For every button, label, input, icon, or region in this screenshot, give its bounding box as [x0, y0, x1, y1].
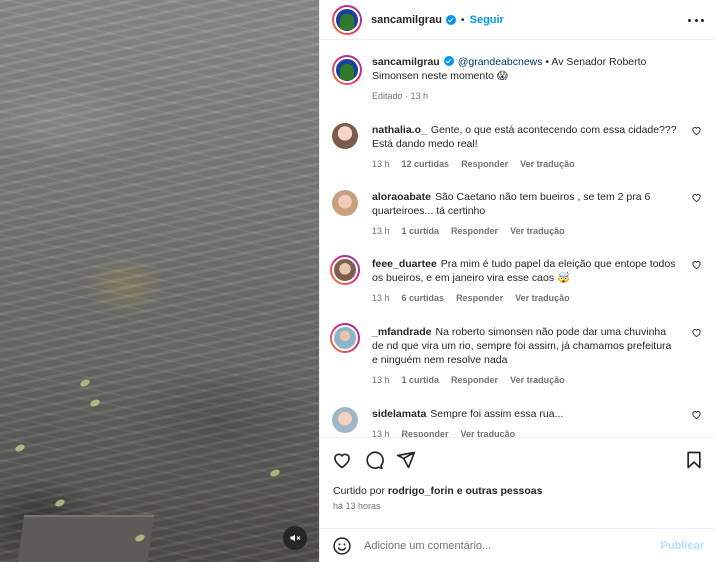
- floating-leaf: [269, 468, 281, 478]
- translate-button[interactable]: Ver tradução: [461, 427, 516, 437]
- reply-button[interactable]: Responder: [451, 224, 498, 238]
- liked-by-summary: Curtido por rodrigo_forin e outras pesso…: [333, 485, 543, 497]
- share-send-icon[interactable]: [396, 450, 416, 470]
- comment-username[interactable]: _mfandrade: [372, 326, 432, 338]
- like-comment-heart-icon[interactable]: [691, 125, 702, 136]
- mute-button[interactable]: [283, 526, 307, 550]
- commenter-avatar[interactable]: [330, 255, 360, 285]
- comment-item: aloraoabate São Caetano não tem bueiros ,…: [332, 190, 704, 238]
- comment-likes[interactable]: 1 curtida: [402, 373, 440, 387]
- floating-leaf: [79, 378, 91, 388]
- translate-button[interactable]: Ver tradução: [515, 291, 570, 305]
- comment-username[interactable]: nathalia.o_: [372, 124, 427, 136]
- post-video[interactable]: [0, 0, 319, 562]
- reply-button[interactable]: Responder: [456, 291, 503, 305]
- add-comment-bar: Publicar: [320, 528, 715, 562]
- comment-input[interactable]: [364, 540, 644, 552]
- comment-likes[interactable]: 6 curtidas: [402, 291, 445, 305]
- caption-username[interactable]: sancamilgrau: [372, 56, 440, 68]
- comment-username[interactable]: aloraoabate: [372, 191, 431, 203]
- comment-item: _mfandrade Na roberto simonsen não pode d…: [330, 323, 704, 387]
- like-comment-heart-icon[interactable]: [691, 327, 702, 338]
- comment-time: 13 h: [372, 429, 390, 437]
- floating-leaf: [54, 498, 66, 508]
- speaker-muted-icon: [290, 534, 301, 542]
- more-options-icon[interactable]: [688, 12, 704, 28]
- mascot-icon: [340, 64, 354, 80]
- comments-list[interactable]: sancamilgrau @grandeabcnews • Av Senador …: [320, 41, 715, 437]
- comment-username[interactable]: feee_duartee: [372, 258, 437, 270]
- liked-by-prefix: Curtido por: [333, 485, 388, 497]
- comment-item: nathalia.o_ Gente, o que está acontecendo…: [332, 123, 704, 171]
- caption-timestamp: Editado · 13 h: [372, 91, 429, 101]
- verified-badge-icon: [443, 56, 454, 66]
- like-comment-heart-icon[interactable]: [691, 409, 702, 420]
- comment-meta: 13 h 12 curtidas Responder Ver tradução: [372, 157, 677, 171]
- comment-meta: 13 h 6 curtidas Responder Ver tradução: [372, 291, 677, 305]
- publish-button[interactable]: Publicar: [661, 540, 704, 552]
- translate-button[interactable]: Ver tradução: [510, 373, 565, 387]
- author-avatar[interactable]: [332, 55, 362, 85]
- action-bar: [332, 450, 704, 472]
- comment-meta: 13 h Responder Ver tradução: [372, 427, 677, 437]
- mascot-icon: [340, 13, 354, 30]
- comment-meta: 13 h 1 curtida Responder Ver tradução: [372, 224, 677, 238]
- sidewalk-curb: [15, 515, 155, 562]
- comment-time: 13 h: [372, 375, 390, 385]
- post-side-panel: sancamilgrau • Seguir sancamilgrau @grand…: [319, 0, 715, 562]
- comment-meta: 13 h 1 curtida Responder Ver tradução: [372, 373, 677, 387]
- comment-bubble-icon[interactable]: [364, 450, 384, 470]
- comment-item: sidelamata Sempre foi assim essa rua... 1…: [332, 407, 704, 437]
- liked-by-user[interactable]: rodrigo_forin: [388, 485, 454, 497]
- post-header: sancamilgrau • Seguir: [320, 0, 715, 40]
- comment-time: 13 h: [372, 293, 390, 303]
- author-username[interactable]: sancamilgrau: [371, 14, 442, 26]
- separator-dot: •: [460, 13, 465, 26]
- reply-button[interactable]: Responder: [402, 427, 449, 437]
- follow-button[interactable]: Seguir: [470, 14, 504, 26]
- comment-likes[interactable]: 12 curtidas: [402, 157, 450, 171]
- caption-mention[interactable]: @grandeabcnews: [458, 56, 543, 68]
- post-actions: Curtido por rodrigo_forin e outras pesso…: [320, 437, 715, 562]
- comment-username[interactable]: sidelamata: [372, 408, 426, 420]
- verified-badge-icon: [445, 14, 456, 25]
- save-bookmark-icon[interactable]: [684, 450, 704, 470]
- translate-button[interactable]: Ver tradução: [510, 224, 565, 238]
- commenter-avatar[interactable]: [330, 323, 360, 353]
- commenter-avatar[interactable]: [332, 407, 358, 433]
- commenter-avatar[interactable]: [332, 123, 358, 149]
- translate-button[interactable]: Ver tradução: [520, 157, 575, 171]
- post-timestamp[interactable]: há 13 horas: [333, 501, 381, 511]
- like-comment-heart-icon[interactable]: [691, 192, 702, 203]
- post-caption: sancamilgrau @grandeabcnews • Av Senador …: [332, 55, 704, 103]
- comment-text: Sempre foi assim essa rua...: [430, 408, 564, 420]
- reply-button[interactable]: Responder: [461, 157, 508, 171]
- comment-time: 13 h: [372, 226, 390, 236]
- caption-meta: Editado · 13 h: [372, 89, 677, 103]
- comment-likes[interactable]: 1 curtida: [402, 224, 440, 238]
- liked-by-others[interactable]: e outras pessoas: [454, 485, 543, 497]
- reply-button[interactable]: Responder: [451, 373, 498, 387]
- commenter-avatar[interactable]: [332, 190, 358, 216]
- emoji-icon[interactable]: [332, 536, 352, 556]
- floating-leaf: [14, 443, 26, 453]
- floating-leaf: [89, 398, 101, 408]
- author-avatar[interactable]: [332, 4, 362, 35]
- like-comment-heart-icon[interactable]: [691, 259, 702, 270]
- like-heart-icon[interactable]: [332, 450, 352, 470]
- comment-item: feee_duartee Pra mim é tudo papel da elei…: [330, 255, 704, 305]
- comment-time: 13 h: [372, 159, 390, 169]
- post-modal: sancamilgrau • Seguir sancamilgrau @grand…: [0, 0, 715, 562]
